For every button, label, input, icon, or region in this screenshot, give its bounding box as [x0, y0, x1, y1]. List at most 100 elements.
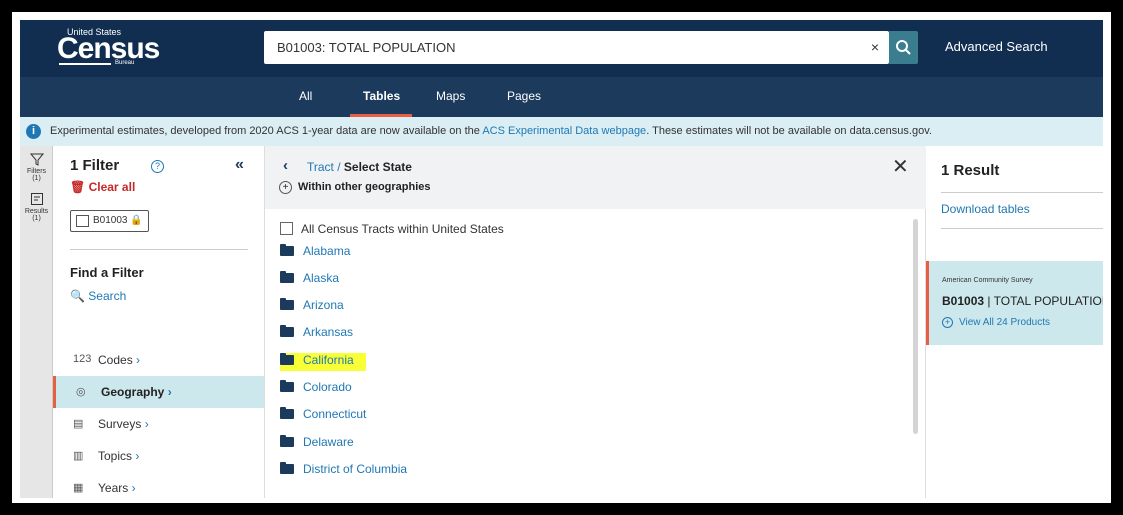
filter-icon — [29, 153, 44, 166]
folder-icon — [280, 380, 294, 392]
list-item[interactable]: Arkansas — [280, 325, 353, 343]
years-icon: ▦ — [73, 482, 84, 494]
search-value: B01003: TOTAL POPULATION — [277, 40, 456, 55]
acs-experimental-link[interactable]: ACS Experimental Data webpage — [482, 125, 646, 137]
list-item[interactable]: Arizona — [280, 298, 344, 316]
trash-icon: 🗑 — [70, 180, 89, 194]
find-filter-heading: Find a Filter — [70, 265, 144, 280]
clear-search-icon[interactable]: × — [871, 39, 879, 55]
list-item[interactable]: Alaska — [280, 271, 339, 289]
scrollbar[interactable] — [913, 219, 918, 434]
filter-item-label-text: Years — [98, 481, 129, 495]
filter-chip-b01003[interactable]: B01003 🔒 — [70, 210, 149, 232]
filter-search-label: Search — [88, 289, 127, 303]
rail-results-label: Results — [24, 208, 49, 215]
state-label: Alaska — [303, 271, 340, 285]
tab-pages[interactable]: Pages — [507, 89, 541, 103]
state-label: California — [303, 353, 354, 367]
geography-icon: ◎ — [76, 386, 86, 398]
state-list: All Census Tracts within United States A… — [265, 209, 926, 498]
result-source: American Community Survey — [942, 277, 1033, 284]
top-header: United States Census Bureau B01003: TOTA… — [20, 20, 1103, 77]
search-icon — [896, 40, 911, 55]
filter-divider — [70, 249, 248, 250]
clear-all-label: Clear all — [88, 180, 136, 194]
close-icon[interactable]: ✕ — [892, 154, 909, 179]
list-item[interactable]: Delaware — [280, 435, 354, 453]
list-item[interactable]: Colorado — [280, 380, 352, 398]
result-table-title: TOTAL POPULATION — [993, 294, 1103, 308]
all-tracts-option[interactable]: All Census Tracts within United States — [280, 222, 504, 236]
collapse-panel-button[interactable]: « — [235, 156, 244, 174]
search-button[interactable] — [889, 31, 918, 64]
result-card[interactable]: American Community Survey B01003 | TOTAL… — [926, 261, 1103, 345]
checkbox[interactable] — [280, 222, 293, 235]
rail-filters-count: (1) — [32, 175, 41, 182]
all-tracts-label: All Census Tracts within United States — [301, 222, 504, 236]
filter-item-surveys[interactable]: ▤ Surveys › — [53, 408, 264, 440]
back-chevron-icon[interactable]: ‹ — [283, 157, 288, 174]
breadcrumb: Tract / Select State — [307, 160, 412, 174]
logo-sub-text: Bureau — [115, 60, 135, 66]
clear-all-button[interactable]: 🗑 Clear all — [70, 180, 135, 194]
tab-maps[interactable]: Maps — [436, 89, 465, 103]
info-banner: i Experimental estimates, developed from… — [20, 117, 1103, 146]
result-table-separator: | — [984, 294, 994, 308]
filter-item-label: Geography › — [101, 385, 172, 399]
tab-all[interactable]: All — [299, 89, 312, 103]
chevron-right-icon: › — [135, 449, 140, 463]
side-rail: Filters (1) Results (1) — [20, 146, 53, 498]
banner-text-after: . These estimates will not be available … — [646, 125, 932, 137]
banner-text-before: Experimental estimates, developed from 2… — [50, 125, 483, 137]
state-label: Arkansas — [303, 325, 354, 339]
census-app: United States Census Bureau B01003: TOTA… — [20, 20, 1103, 498]
search-input[interactable]: B01003: TOTAL POPULATION × — [264, 31, 889, 64]
banner-text: Experimental estimates, developed from 2… — [50, 125, 932, 137]
filter-count-title: 1 Filter — [70, 157, 120, 174]
filter-item-label: Topics › — [98, 449, 139, 463]
list-item[interactable]: District of Columbia — [280, 462, 407, 480]
filter-search-link[interactable]: 🔍 Search — [70, 289, 126, 303]
state-label: Colorado — [303, 380, 352, 394]
advanced-search-link[interactable]: Advanced Search — [945, 39, 1048, 54]
view-all-products-link[interactable]: + View All 24 Products — [942, 317, 1050, 328]
within-other-geographies-label: Within other geographies — [298, 181, 431, 193]
census-logo[interactable]: United States Census Bureau — [57, 27, 160, 66]
folder-icon — [280, 435, 294, 447]
rail-filters-label: Filters — [26, 168, 47, 175]
filter-item-years[interactable]: ▦ Years › — [53, 472, 264, 498]
results-divider — [941, 192, 1103, 193]
codes-icon: 123 — [73, 353, 92, 365]
logo-underline — [59, 63, 111, 65]
rail-results-button[interactable]: Results (1) — [20, 192, 53, 222]
download-tables-link[interactable]: Download tables — [941, 202, 1030, 216]
state-label: Delaware — [303, 435, 354, 449]
folder-icon — [280, 353, 294, 365]
info-icon: i — [26, 124, 41, 139]
filter-item-geography[interactable]: ◎ Geography › — [53, 376, 264, 408]
folder-icon — [280, 325, 294, 337]
filter-item-topics[interactable]: ▥ Topics › — [53, 440, 264, 472]
result-table-name[interactable]: B01003 | TOTAL POPULATION — [942, 294, 1103, 308]
filter-chip-label: B01003 — [93, 215, 128, 226]
chevron-right-icon: › — [167, 385, 172, 399]
help-icon[interactable]: ? — [151, 160, 164, 173]
breadcrumb-tract[interactable]: Tract — [307, 160, 334, 174]
filter-item-label-text: Codes — [98, 353, 133, 367]
plus-circle-icon: + — [942, 317, 953, 328]
filter-item-codes[interactable]: 123 Codes › — [53, 344, 264, 376]
filter-item-label: Codes › — [98, 353, 140, 367]
rail-filters-button[interactable]: Filters (1) — [20, 152, 53, 182]
plus-circle-icon: + — [279, 181, 292, 194]
folder-icon — [280, 244, 294, 256]
folder-icon — [280, 271, 294, 283]
geography-panel: ‹ Tract / Select State ✕ + Within other g… — [265, 146, 926, 498]
list-item-highlighted[interactable]: California — [280, 353, 366, 371]
logo-main-text: Census — [57, 32, 160, 65]
results-panel: 1 Result Download tables American Commun… — [926, 146, 1103, 498]
list-item[interactable]: Alabama — [280, 244, 350, 262]
within-other-geographies-button[interactable]: + Within other geographies — [279, 181, 431, 194]
tab-tables[interactable]: Tables — [363, 89, 400, 103]
screenshot-frame: United States Census Bureau B01003: TOTA… — [0, 0, 1123, 515]
list-item[interactable]: Connecticut — [280, 407, 366, 425]
